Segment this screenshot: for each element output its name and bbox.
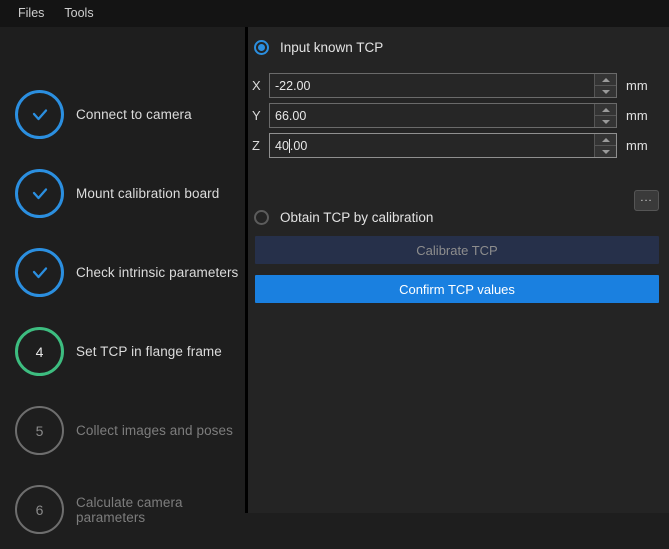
x-spinner-buttons	[594, 74, 616, 97]
step-status-circle-todo: 6	[15, 485, 64, 534]
field-row-x: X -22.00 mm	[252, 73, 648, 98]
x-spinner-up-button[interactable]	[595, 74, 616, 86]
unit-label-x: mm	[626, 78, 648, 93]
sidebar-step-mount-calibration-board[interactable]: Mount calibration board	[0, 154, 245, 233]
menu-bar: Files Tools	[0, 0, 669, 27]
application-window: Files Tools Connect to camera Mount cali…	[0, 0, 669, 534]
browse-button[interactable]: ...	[634, 190, 659, 211]
tcp-settings-panel: Input known TCP Obtain TCP by calibratio…	[248, 27, 669, 513]
y-spinner-up-button[interactable]	[595, 104, 616, 116]
wizard-sidebar: Connect to camera Mount calibration boar…	[0, 27, 245, 534]
sidebar-step-calculate-camera-parameters[interactable]: 6 Calculate camera parameters	[0, 470, 245, 549]
x-input[interactable]: -22.00	[270, 74, 594, 97]
sidebar-step-check-intrinsic-parameters[interactable]: Check intrinsic parameters	[0, 233, 245, 312]
radio-obtain-tcp-by-calibration[interactable]: Obtain TCP by calibration	[254, 210, 433, 225]
field-row-z: Z 40.00 mm	[252, 133, 648, 158]
field-row-y: Y 66.00 mm	[252, 103, 648, 128]
x-spinner-down-button[interactable]	[595, 86, 616, 97]
menu-item-tools[interactable]: Tools	[54, 4, 103, 23]
radio-input-known-tcp-label: Input known TCP	[280, 40, 384, 55]
z-spinbox[interactable]: 40.00	[269, 133, 617, 158]
z-spinner-down-button[interactable]	[595, 146, 616, 157]
x-spinbox[interactable]: -22.00	[269, 73, 617, 98]
y-spinner-buttons	[594, 104, 616, 127]
radio-obtain-tcp-by-calibration-label: Obtain TCP by calibration	[280, 210, 434, 225]
step-status-circle-done	[15, 90, 64, 139]
z-input-text-after-caret: .00	[289, 138, 308, 153]
step-status-circle-todo: 5	[15, 406, 64, 455]
z-input[interactable]: 40.00	[270, 134, 594, 157]
check-icon	[29, 262, 51, 284]
sidebar-step-collect-images-and-poses[interactable]: 5 Collect images and poses	[0, 391, 245, 470]
radio-unselected-icon	[254, 210, 269, 225]
y-input[interactable]: 66.00	[270, 104, 594, 127]
sidebar-step-connect-to-camera[interactable]: Connect to camera	[0, 75, 245, 154]
calibrate-tcp-button[interactable]: Calibrate TCP	[255, 236, 659, 264]
field-label-z: Z	[252, 138, 260, 153]
radio-selected-icon	[254, 40, 269, 55]
step-number: 5	[35, 422, 44, 439]
check-icon	[29, 183, 51, 205]
y-spinbox[interactable]: 66.00	[269, 103, 617, 128]
step-number: 4	[35, 343, 44, 360]
sidebar-step-label: Check intrinsic parameters	[76, 265, 239, 280]
unit-label-z: mm	[626, 138, 648, 153]
step-status-circle-done	[15, 248, 64, 297]
z-spinner-up-button[interactable]	[595, 134, 616, 146]
sidebar-step-label: Set TCP in flange frame	[76, 344, 222, 359]
sidebar-step-label: Collect images and poses	[76, 423, 233, 438]
radio-input-known-tcp[interactable]: Input known TCP	[254, 40, 383, 55]
step-number: 6	[35, 501, 44, 518]
body-area: Connect to camera Mount calibration boar…	[0, 27, 669, 534]
z-input-text-before-caret: 40	[275, 138, 289, 153]
menu-item-files[interactable]: Files	[8, 4, 54, 23]
sidebar-step-label: Connect to camera	[76, 107, 192, 122]
z-spinner-buttons	[594, 134, 616, 157]
step-status-circle-current: 4	[15, 327, 64, 376]
field-label-x: X	[252, 78, 261, 93]
check-icon	[29, 104, 51, 126]
unit-label-y: mm	[626, 108, 648, 123]
confirm-tcp-values-button[interactable]: Confirm TCP values	[255, 275, 659, 303]
step-status-circle-done	[15, 169, 64, 218]
sidebar-step-label: Calculate camera parameters	[76, 494, 183, 525]
sidebar-step-label: Mount calibration board	[76, 186, 220, 201]
y-spinner-down-button[interactable]	[595, 116, 616, 127]
sidebar-step-set-tcp-in-flange-frame[interactable]: 4 Set TCP in flange frame	[0, 312, 245, 391]
field-label-y: Y	[252, 108, 261, 123]
